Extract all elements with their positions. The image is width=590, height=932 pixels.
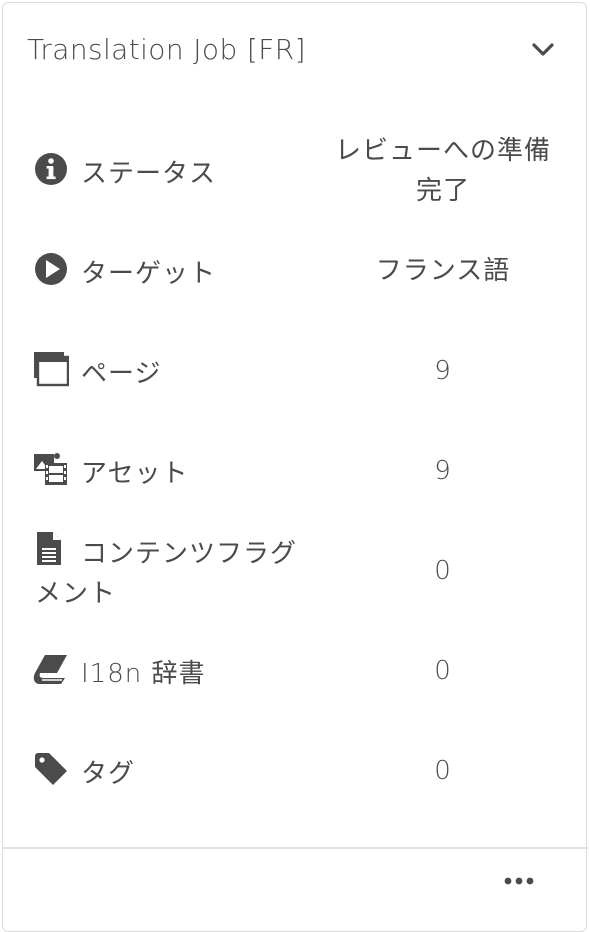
row-target: ターゲット フランス語 (3, 221, 588, 321)
row-label: ステータス (81, 159, 217, 189)
row-value-line: レビューへの準備 (334, 136, 551, 166)
row-pages: ページ 9 (3, 321, 588, 421)
card-title: Translation Job [FR] (27, 33, 306, 66)
play-icon (33, 251, 69, 287)
footer-divider (3, 847, 588, 849)
card-header: Translation Job [FR] (3, 3, 588, 99)
ellipsis-icon[interactable] (501, 869, 541, 893)
info-icon (33, 151, 69, 187)
row-value: 9 (434, 456, 452, 486)
chevron-down-icon[interactable] (529, 37, 557, 61)
row-assets: アセット 9 (3, 421, 588, 521)
row-tags: タグ 0 (3, 721, 588, 821)
dictionary-icon (33, 651, 69, 687)
document-icon (33, 531, 69, 567)
row-value: 0 (434, 756, 452, 786)
row-label: アセット (81, 459, 189, 489)
translation-job-card: Translation Job [FR] ステータス レビューへの準備 完了 タ… (2, 2, 588, 932)
row-label-line: メント (35, 579, 117, 609)
row-value: 0 (434, 656, 452, 686)
row-label: ページ (81, 359, 162, 389)
row-value: レビューへの準備 完了 (323, 131, 563, 211)
row-i18n-dictionary: I18n 辞書 0 (3, 621, 588, 721)
row-value: 0 (434, 556, 452, 586)
row-value-line: 完了 (415, 176, 470, 206)
pages-icon (33, 351, 70, 387)
assets-icon (33, 451, 69, 487)
row-value: 9 (434, 356, 452, 386)
row-value: フランス語 (375, 256, 511, 286)
row-status: ステータス レビューへの準備 完了 (3, 121, 588, 221)
row-label: ターゲット (81, 259, 217, 289)
row-label: タグ (81, 759, 136, 789)
tag-icon (33, 751, 69, 787)
row-label-line: コンテンツフラグ (81, 539, 298, 569)
row-label: I18n 辞書 (81, 659, 206, 689)
row-content-fragments: コンテンツフラグ メント 0 (3, 521, 588, 621)
